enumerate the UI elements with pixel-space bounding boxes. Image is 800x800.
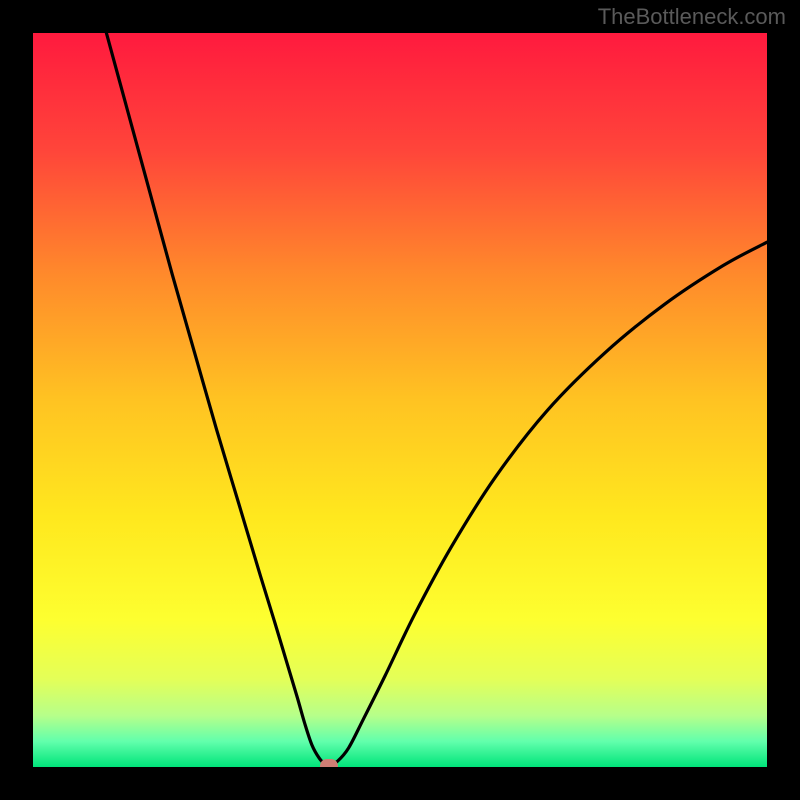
bottleneck-chart xyxy=(33,33,767,767)
plot-area xyxy=(33,33,767,767)
watermark-text: TheBottleneck.com xyxy=(598,4,786,30)
chart-background xyxy=(33,33,767,767)
optimal-point-marker xyxy=(320,759,338,767)
